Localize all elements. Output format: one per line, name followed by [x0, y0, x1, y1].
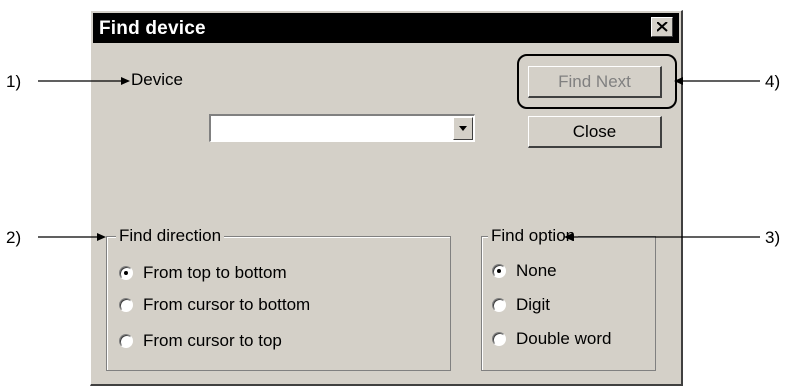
callout-arrows [38, 77, 760, 241]
arrow-1-head [121, 77, 130, 85]
arrow-4-head [674, 77, 683, 85]
arrow-2-head [97, 233, 106, 241]
arrow-3-head [564, 233, 573, 241]
